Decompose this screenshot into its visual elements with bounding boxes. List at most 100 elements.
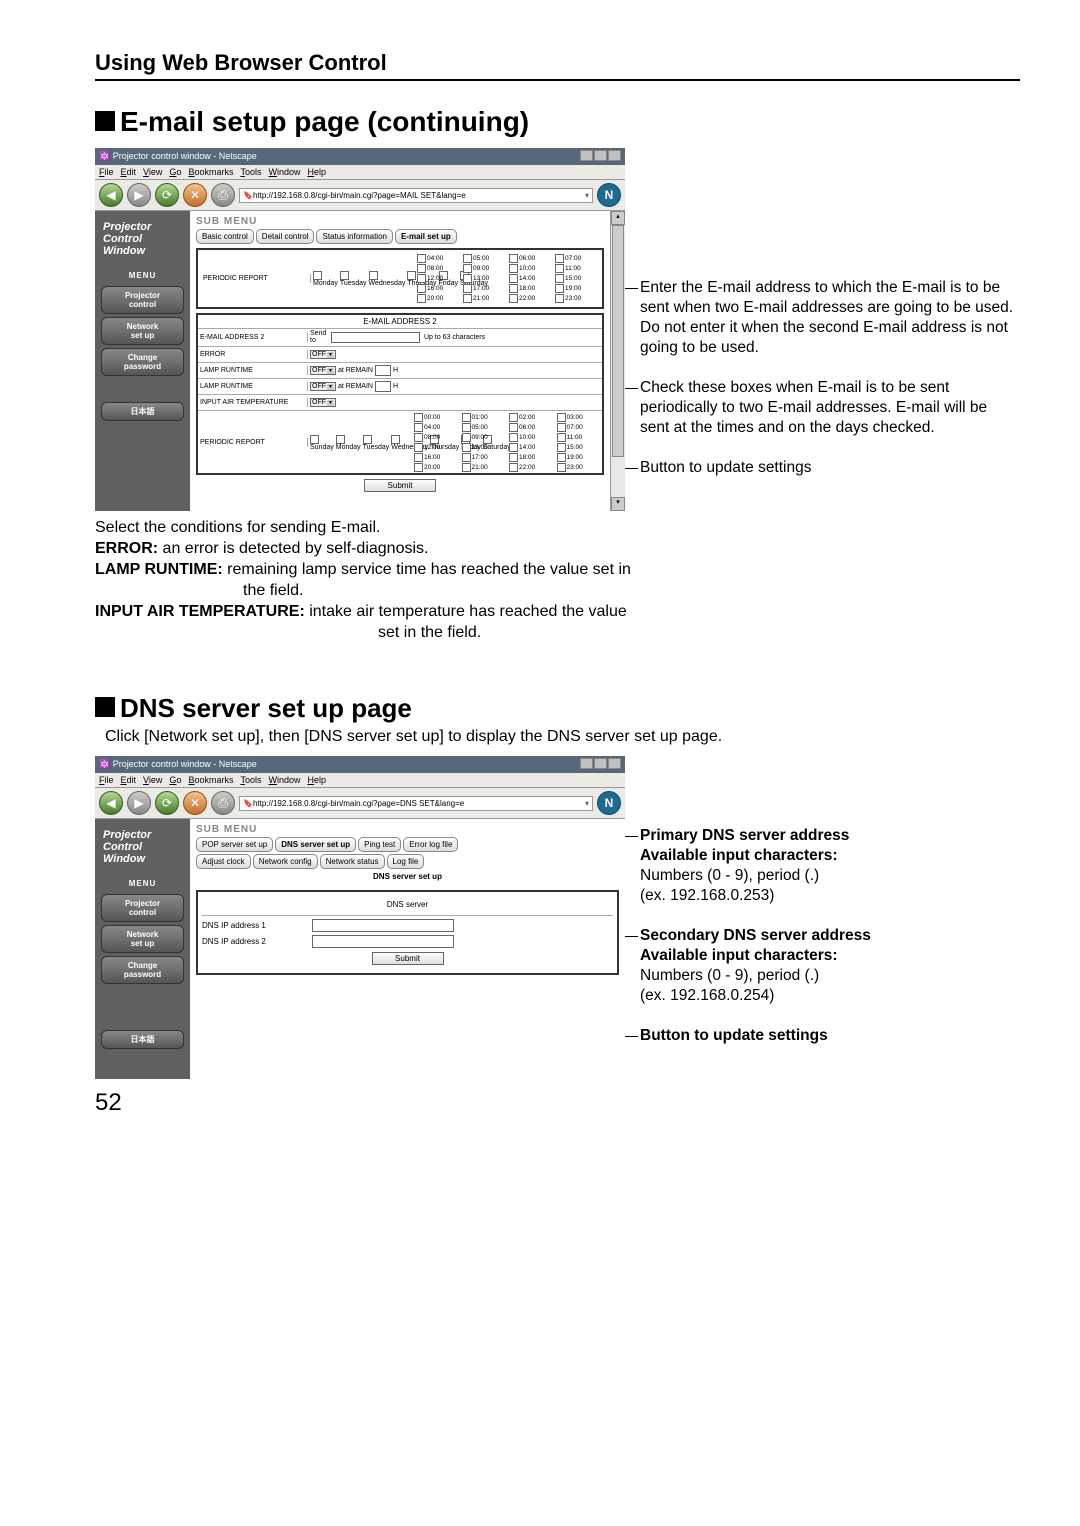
stop-icon[interactable]: ✕ <box>183 791 207 815</box>
url-input[interactable]: 🔖 http://192.168.0.8/cgi-bin/main.cgi?pa… <box>239 796 593 811</box>
reload-icon[interactable]: ⟳ <box>155 791 179 815</box>
submenu-label: SUB MENU <box>196 824 619 835</box>
footnotes: Select the conditions for sending E-mail… <box>95 517 1020 643</box>
content-area: SUB MENU Basic control Detail control St… <box>190 211 610 511</box>
day-checks[interactable]: Monday Tuesday Wednesday Thursday Friday… <box>311 270 415 288</box>
email2-title: E-MAIL ADDRESS 2 <box>198 315 602 329</box>
sendto-label: Send to <box>310 330 329 344</box>
lamp2-label: LAMP RUNTIME <box>198 382 308 391</box>
print-icon[interactable]: ⎙ <box>211 183 235 207</box>
submit-button[interactable]: Submit <box>364 479 436 492</box>
tab-logfile[interactable]: Log file <box>387 854 425 869</box>
annotation-secondary-dns: Secondary DNS server addressAvailable in… <box>640 926 1020 1006</box>
annotation-primary-dns: Primary DNS server addressAvailable inpu… <box>640 826 1020 906</box>
scroll-thumb[interactable] <box>612 225 624 457</box>
dns2-input[interactable] <box>312 935 454 948</box>
lamp1-label: LAMP RUNTIME <box>198 366 308 375</box>
tab-netstatus[interactable]: Network status <box>320 854 385 869</box>
tab-email[interactable]: E-mail set up <box>395 229 457 244</box>
toolbar: ◀ ▶ ⟳ ✕ ⎙ 🔖 http://192.168.0.8/cgi-bin/m… <box>95 788 625 819</box>
url-input[interactable]: 🔖 http://192.168.0.8/cgi-bin/main.cgi?pa… <box>239 188 593 203</box>
sidebar-item-projector[interactable]: Projectorcontrol <box>101 894 184 922</box>
tab-basic[interactable]: Basic control <box>196 229 254 244</box>
sidebar: ProjectorControlWindow MENU Projectorcon… <box>95 819 190 1079</box>
reload-icon[interactable]: ⟳ <box>155 183 179 207</box>
submenu-label: SUB MENU <box>196 216 604 227</box>
tab-clock[interactable]: Adjust clock <box>196 854 251 869</box>
square-bullet-icon <box>95 697 115 717</box>
window-titlebar: 🔯 Projector control window - Netscape <box>95 148 625 165</box>
dns2-label: DNS IP address 2 <box>202 937 312 946</box>
sidebar-item-japanese[interactable]: 日本語 <box>101 1030 184 1049</box>
forward-icon[interactable]: ▶ <box>127 791 151 815</box>
forward-icon[interactable]: ▶ <box>127 183 151 207</box>
dns1-label: DNS IP address 1 <box>202 921 312 930</box>
hint-text: Up to 63 characters <box>422 333 602 342</box>
screenshot-email: 🔯 Projector control window - Netscape Fi… <box>95 148 625 511</box>
tab-status[interactable]: Status information <box>316 229 392 244</box>
print-icon[interactable]: ⎙ <box>211 791 235 815</box>
submenu-tabs: Basic control Detail control Status info… <box>196 229 604 244</box>
periodic-label-2: PERIODIC REPORT <box>198 438 308 447</box>
sidebar-item-network[interactable]: Networkset up <box>101 925 184 953</box>
section-title-email: E-mail setup page (continuing) <box>95 106 1020 138</box>
day-checks-2[interactable]: Sunday Monday Tuesday Wednesday Thursday… <box>308 434 412 452</box>
lamp1-input[interactable] <box>375 365 391 376</box>
tab-dns[interactable]: DNS server set up <box>275 837 356 852</box>
time-checks-2[interactable]: 00:0001:0002:0003:0004:0005:0006:0007:00… <box>412 412 602 473</box>
inputair-label: INPUT AIR TEMPERATURE <box>198 398 308 407</box>
annotation-email-address: Enter the E-mail address to which the E-… <box>640 278 1020 358</box>
square-bullet-icon <box>95 111 115 131</box>
menu-label: MENU <box>95 876 190 891</box>
sidebar-item-password[interactable]: Changepassword <box>101 348 184 376</box>
dns1-input[interactable] <box>312 919 454 932</box>
tab-pop[interactable]: POP server set up <box>196 837 273 852</box>
lamp2-input[interactable] <box>375 381 391 392</box>
scroll-up-icon[interactable]: ▴ <box>611 211 625 225</box>
menu-label: MENU <box>95 268 190 283</box>
dns-page-title: DNS server set up <box>196 869 619 884</box>
sidebar-item-network[interactable]: Networkset up <box>101 317 184 345</box>
submit-button[interactable]: Submit <box>372 952 444 965</box>
section-title-dns: DNS server set up page <box>95 693 1020 724</box>
inputair-select[interactable]: OFF <box>310 398 336 407</box>
lamp1-select[interactable]: OFF <box>310 366 336 375</box>
lamp2-select[interactable]: OFF <box>310 382 336 391</box>
app-logo: ProjectorControlWindow <box>95 824 190 870</box>
netscape-logo-icon: N <box>597 791 621 815</box>
sidebar-item-password[interactable]: Changepassword <box>101 956 184 984</box>
back-icon[interactable]: ◀ <box>99 183 123 207</box>
error-label: ERROR <box>198 350 308 359</box>
periodic-label: PERIODIC REPORT <box>201 274 311 283</box>
menubar[interactable]: FileEditViewGoBookmarksToolsWindowHelp <box>95 773 625 788</box>
annotation-submit: Button to update settings <box>640 458 1020 478</box>
dns-desc: Click [Network set up], then [DNS server… <box>105 728 1020 746</box>
window-buttons[interactable] <box>579 150 621 163</box>
dns-subhead: DNS server <box>202 896 613 913</box>
scrollbar[interactable]: ▴ ▾ <box>610 211 625 511</box>
window-buttons[interactable] <box>579 758 621 771</box>
screenshot-dns: 🔯 Projector control window - Netscape Fi… <box>95 756 625 1079</box>
email2-input[interactable] <box>331 332 420 343</box>
error-select[interactable]: OFF <box>310 350 336 359</box>
tab-ping[interactable]: Ping test <box>358 837 401 852</box>
time-checks-1[interactable]: 04:0005:0006:0007:0008:0009:0010:0011:00… <box>415 253 599 304</box>
tab-detail[interactable]: Detail control <box>256 229 315 244</box>
scroll-down-icon[interactable]: ▾ <box>611 497 625 511</box>
content-area: SUB MENU POP server set up DNS server se… <box>190 819 625 1079</box>
toolbar: ◀ ▶ ⟳ ✕ ⎙ 🔖 http://192.168.0.8/cgi-bin/m… <box>95 180 625 211</box>
netscape-logo-icon: N <box>597 183 621 207</box>
sidebar-item-japanese[interactable]: 日本語 <box>101 402 184 421</box>
sidebar: ProjectorControlWindow MENU Projectorcon… <box>95 211 190 511</box>
sidebar-item-projector[interactable]: Projectorcontrol <box>101 286 184 314</box>
tab-netconfig[interactable]: Network config <box>253 854 318 869</box>
app-logo: ProjectorControlWindow <box>95 216 190 262</box>
tab-errorlog[interactable]: Error log file <box>403 837 458 852</box>
annotation-checkboxes: Check these boxes when E-mail is to be s… <box>640 378 1020 438</box>
periodic-box-1: PERIODIC REPORT Monday Tuesday Wednesday… <box>196 248 604 309</box>
menubar[interactable]: FileEditViewGoBookmarksToolsWindowHelp <box>95 165 625 180</box>
stop-icon[interactable]: ✕ <box>183 183 207 207</box>
back-icon[interactable]: ◀ <box>99 791 123 815</box>
email2-label: E-MAIL ADDRESS 2 <box>198 333 308 342</box>
annotation-submit: Button to update settings <box>640 1026 1020 1046</box>
